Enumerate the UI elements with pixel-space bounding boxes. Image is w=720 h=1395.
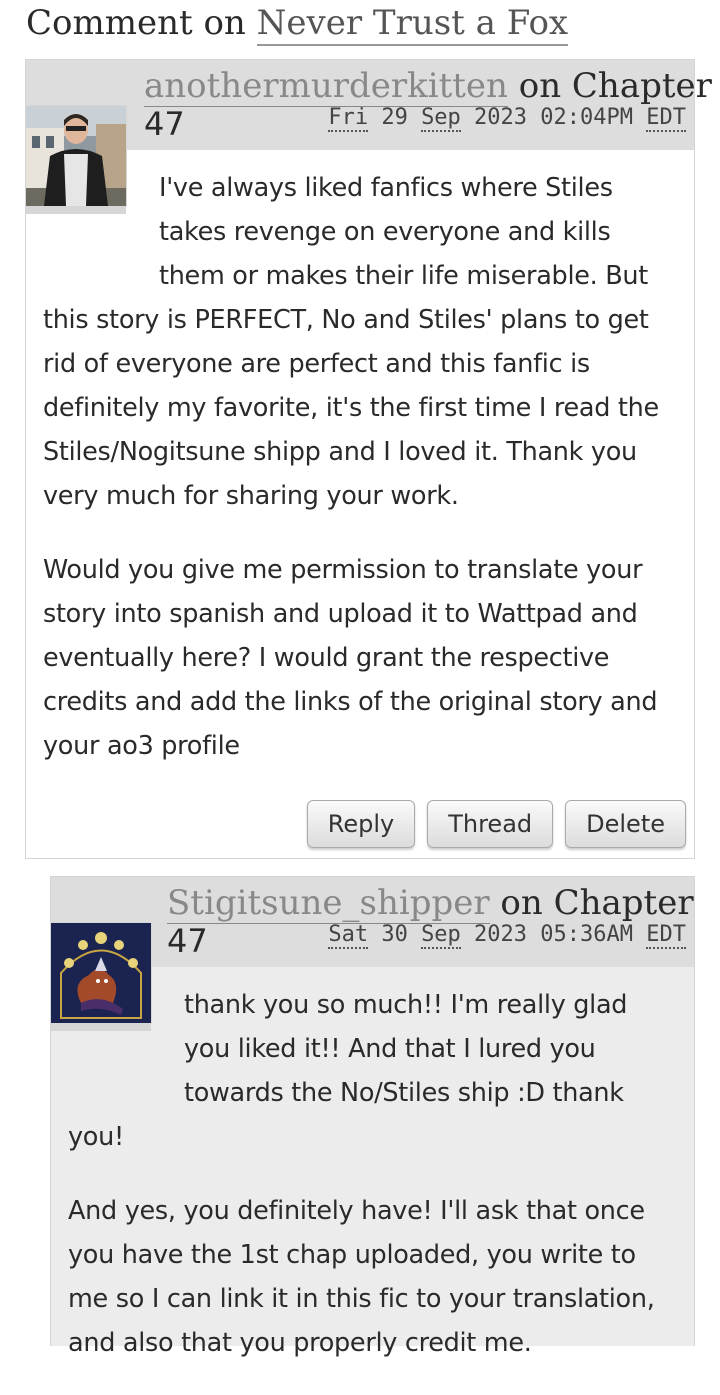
delete-button[interactable]: Delete	[565, 800, 686, 848]
comment-paragraph: And yes, you definitely have! I'll ask t…	[68, 1196, 655, 1358]
comment-body: I've always liked fanfics where Stiles t…	[26, 60, 694, 798]
page-title-prefix: Comment on	[26, 3, 257, 43]
comment-actions: Reply Thread Delete	[306, 800, 686, 848]
reply-button[interactable]: Reply	[306, 800, 416, 848]
page-title: Comment on Never Trust a Fox	[26, 0, 569, 46]
thread-button[interactable]: Thread	[427, 800, 554, 848]
comment-paragraph: Would you give me permission to translat…	[43, 555, 658, 761]
reply-comment: Stigitsune_shipper on Chapter 47 Sat 30 …	[50, 876, 695, 1358]
comment: anothermurderkitten on Chapter 47 Fri 29…	[25, 59, 712, 859]
comment-body: thank you so much!! I'm really glad you …	[51, 877, 694, 1395]
work-title-link[interactable]: Never Trust a Fox	[256, 3, 569, 46]
